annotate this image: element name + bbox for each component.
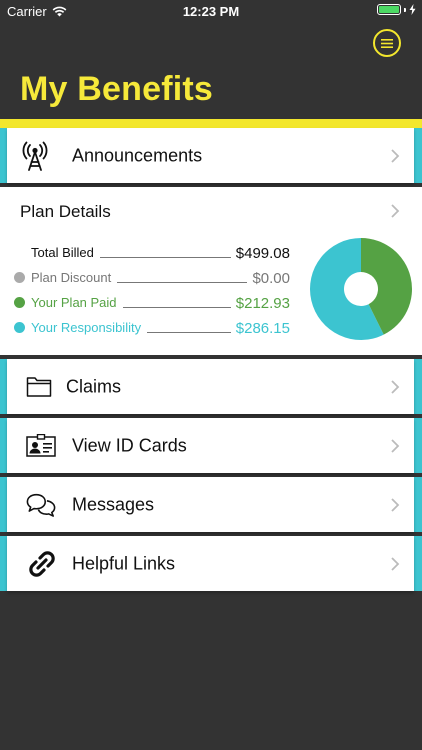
responsibility-value: $286.15 bbox=[235, 320, 290, 337]
total-billed-value: $499.08 bbox=[235, 245, 290, 262]
row-accent-left bbox=[0, 359, 7, 414]
legend-dot bbox=[14, 272, 25, 283]
header-accent-bar bbox=[0, 119, 422, 128]
status-bar: Carrier 12:23 PM bbox=[0, 0, 422, 24]
plan-details-title: Plan Details bbox=[20, 202, 111, 221]
leader-line bbox=[122, 307, 231, 308]
row-accent-right bbox=[414, 359, 422, 414]
no-dot-spacer bbox=[14, 247, 25, 258]
leader-line bbox=[99, 257, 231, 258]
row-accent-left bbox=[0, 536, 7, 591]
plan-discount-value: $0.00 bbox=[252, 270, 290, 287]
leader-line bbox=[147, 332, 231, 333]
antenna-icon bbox=[20, 141, 50, 171]
chevron-right-icon bbox=[391, 497, 400, 512]
plan-paid-value: $212.93 bbox=[235, 295, 290, 312]
chat-bubbles-icon bbox=[26, 490, 56, 520]
row-accent-left bbox=[0, 128, 7, 183]
line-label: Your Plan Paid bbox=[31, 295, 117, 310]
legend-dot bbox=[14, 322, 25, 333]
total-billed-row: Total Billed $499.08 bbox=[14, 240, 290, 262]
claims-row[interactable]: Claims bbox=[0, 359, 422, 414]
helpful-links-row[interactable]: Helpful Links bbox=[0, 536, 422, 591]
announcements-row[interactable]: Announcements bbox=[0, 128, 422, 183]
line-label: Plan Discount bbox=[31, 270, 112, 285]
row-accent-right bbox=[414, 477, 422, 532]
row-accent-left bbox=[0, 477, 7, 532]
row-surface bbox=[7, 536, 414, 591]
menu-button[interactable] bbox=[373, 29, 401, 57]
chevron-right-icon bbox=[391, 204, 400, 218]
plan-paid-row: Your Plan Paid $212.93 bbox=[14, 290, 290, 312]
chevron-right-icon bbox=[391, 379, 400, 394]
responsibility-row: Your Responsibility $286.15 bbox=[14, 315, 290, 337]
line-label: Total Billed bbox=[31, 245, 94, 260]
status-time: 12:23 PM bbox=[182, 4, 240, 19]
messages-label: Messages bbox=[72, 494, 155, 514]
view-id-cards-row[interactable]: View ID Cards bbox=[0, 418, 422, 473]
id-card-icon bbox=[26, 431, 56, 461]
link-icon bbox=[27, 549, 57, 579]
chevron-right-icon bbox=[391, 148, 400, 163]
charging-bolt-icon bbox=[409, 4, 416, 15]
row-accent-right bbox=[414, 536, 422, 591]
row-accent-left bbox=[0, 418, 7, 473]
row-surface bbox=[7, 477, 414, 532]
folder-icon bbox=[24, 372, 54, 402]
leader-line bbox=[117, 282, 248, 283]
battery-tip bbox=[404, 7, 406, 12]
benefits-donut-chart bbox=[310, 238, 412, 340]
line-label: Your Responsibility bbox=[31, 320, 142, 335]
helpful-links-label: Helpful Links bbox=[72, 553, 176, 573]
row-surface bbox=[7, 418, 414, 473]
row-accent-right bbox=[414, 418, 422, 473]
announcements-label: Announcements bbox=[72, 145, 203, 165]
legend-dot bbox=[14, 297, 25, 308]
claims-label: Claims bbox=[66, 376, 122, 396]
row-surface bbox=[7, 128, 414, 183]
row-accent-right bbox=[414, 128, 422, 183]
status-right bbox=[377, 4, 416, 15]
page-title: My Benefits bbox=[20, 70, 214, 108]
chevron-right-icon bbox=[391, 556, 400, 571]
plan-details-card[interactable]: Plan Details Total Billed $499.08 Plan D… bbox=[0, 187, 422, 355]
battery-icon bbox=[377, 4, 401, 15]
battery-level bbox=[379, 6, 399, 13]
view-id-cards-label: View ID Cards bbox=[72, 435, 187, 455]
messages-row[interactable]: Messages bbox=[0, 477, 422, 532]
hamburger-icon bbox=[381, 38, 393, 48]
chevron-right-icon bbox=[391, 438, 400, 453]
plan-discount-row: Plan Discount $0.00 bbox=[14, 265, 290, 287]
